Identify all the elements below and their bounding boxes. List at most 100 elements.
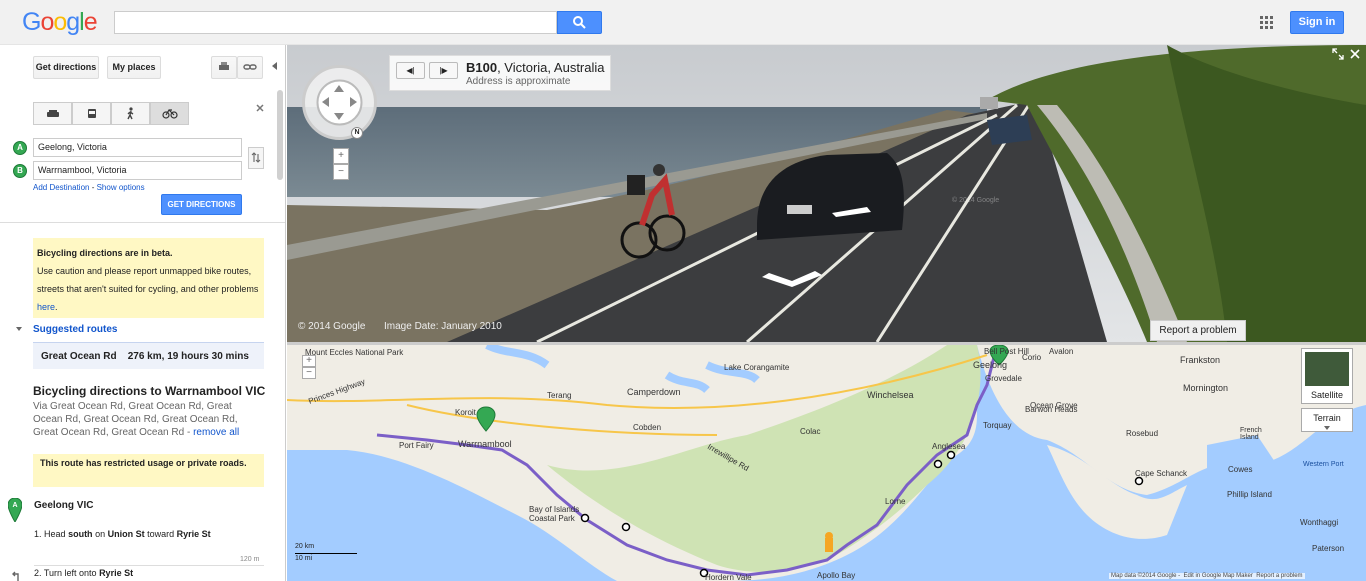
expand-icon[interactable] [1332, 48, 1344, 60]
step-text: Head [44, 529, 69, 539]
sv-watermark: © 2014 Google [952, 197, 1000, 204]
add-destination-link[interactable]: Add Destination [33, 183, 89, 192]
map-label: Rosebud [1126, 429, 1159, 438]
turn-left-icon [12, 571, 19, 581]
apps-grid-icon[interactable] [1260, 16, 1274, 30]
route-name: Great Ocean Rd [41, 351, 117, 362]
swap-locations-button[interactable] [248, 147, 264, 169]
get-directions-tab[interactable]: Get directions [33, 56, 99, 79]
step-number: 1. [34, 529, 42, 539]
map-data-text: Map data ©2014 Google - [1111, 573, 1181, 579]
map-label: Lake Corangamite [724, 363, 790, 372]
logo-letter: o [40, 8, 54, 36]
map-label: Grovedale [985, 374, 1022, 383]
expand-triangle-icon[interactable] [16, 327, 22, 332]
logo-letter: o [53, 8, 67, 36]
edit-map-link[interactable]: Edit in Google Map Maker [1183, 573, 1252, 579]
terrain-toggle[interactable]: Terrain [1301, 408, 1353, 432]
map-label: Phillip Island [1227, 490, 1272, 499]
map-label: Cobden [633, 423, 662, 432]
google-logo[interactable]: Google [22, 8, 98, 37]
map-label: Cape Schanck [1135, 469, 1188, 478]
marker-a-icon: A [13, 141, 27, 155]
satellite-toggle[interactable]: Satellite [1301, 348, 1353, 404]
step-text: Turn left onto [43, 568, 100, 578]
address-approx: Address is approximate [466, 76, 571, 87]
mode-car[interactable] [33, 102, 72, 125]
via-text: Via Great Ocean Rd, Great Ocean Rd, Grea… [33, 400, 263, 439]
map-zoom-in-button[interactable]: + [302, 355, 316, 367]
mode-walking[interactable] [111, 102, 150, 125]
beta-notice: Bicycling directions are in beta. Use ca… [33, 238, 264, 318]
show-options-link[interactable]: Show options [97, 183, 145, 192]
scale-km: 20 km [295, 543, 315, 550]
panel-scrollbar[interactable] [277, 90, 283, 180]
pane-divider[interactable] [287, 342, 1366, 345]
step-2[interactable]: 2. Turn left onto Ryrie St [34, 568, 133, 578]
map-label: Hordern Vale [705, 573, 752, 581]
step-street: Union St [107, 529, 145, 539]
directions-panel: Get directions My places A Geelong, Vict… [0, 45, 286, 581]
step-direction: south [68, 529, 93, 539]
report-problem-button[interactable]: Report a problem [1150, 320, 1246, 341]
get-directions-button[interactable]: GET DIRECTIONS [161, 194, 242, 215]
my-places-tab[interactable]: My places [107, 56, 161, 79]
mode-transit[interactable] [72, 102, 111, 125]
start-location-input[interactable]: Geelong, Victoria [33, 138, 242, 157]
search-button[interactable] [557, 11, 602, 34]
prev-panorama-button[interactable]: ◀| [396, 62, 425, 79]
map-label: Camperdown [627, 387, 681, 397]
map-label: Mornington [1183, 383, 1229, 393]
remove-all-link[interactable]: remove all [193, 427, 239, 438]
next-panorama-button[interactable]: |▶ [429, 62, 458, 79]
map-image [287, 345, 1366, 581]
search-icon [573, 16, 586, 29]
map-label: Corio [1022, 353, 1042, 362]
top-bar: Google Sign in [0, 0, 1366, 45]
sign-in-button[interactable]: Sign in [1290, 11, 1344, 34]
map-label: Anglesea [932, 442, 966, 451]
address-place: , Victoria, Australia [497, 60, 605, 75]
start-marker-icon: A [8, 498, 22, 522]
search-input[interactable] [114, 11, 557, 34]
step-1[interactable]: 1. Head south on Union St toward Ryrie S… [34, 528, 234, 541]
map-label: Geelong [973, 360, 1008, 370]
link-icon [243, 64, 257, 70]
map-label: Koroit [455, 408, 476, 417]
collapse-panel-icon[interactable] [271, 61, 279, 71]
destination-input[interactable]: Warrnambool, Victoria [33, 161, 242, 180]
map-label: Mount Eccles National Park [305, 348, 404, 357]
restricted-notice: This route has restricted usage or priva… [33, 454, 264, 487]
beta-report-link[interactable]: here [37, 302, 55, 312]
map-report-link[interactable]: Report a problem [1256, 573, 1302, 579]
mode-bicycling[interactable] [150, 102, 189, 125]
marker-b-icon: B [13, 164, 27, 178]
svg-text:A: A [12, 502, 17, 509]
suggested-routes-heading[interactable]: Suggested routes [33, 324, 117, 335]
divider [34, 565, 264, 566]
compass-north-icon: N [351, 127, 363, 139]
map-label: Paterson [1312, 544, 1345, 553]
map-zoom-out-button[interactable]: − [302, 367, 316, 379]
map-label: Wonthaggi [1300, 518, 1339, 527]
navigation-compass[interactable] [302, 65, 377, 140]
close-streetview-icon[interactable] [1349, 48, 1361, 60]
map-label: Warrnambool [458, 439, 512, 449]
address-box: ◀| |▶ B100, Victoria, Australia Address … [389, 55, 611, 91]
map-label: Colac [800, 427, 821, 436]
link-button[interactable] [237, 56, 263, 79]
scale-mi: 10 mi [295, 555, 313, 562]
sv-zoom-in-button[interactable]: + [333, 148, 349, 164]
map-label: Bay of Islands Coastal Park [529, 505, 580, 523]
sv-copyright: © 2014 Google [298, 321, 366, 332]
scale-bar: 20 km 10 mi [295, 543, 357, 569]
route-stats: 276 km, 19 hours 30 mins [127, 351, 249, 362]
suggested-route-item[interactable]: Great Ocean Rd 276 km, 19 hours 30 mins [33, 342, 264, 369]
beta-title: Bicycling directions are in beta. [37, 248, 173, 258]
map-canvas[interactable]: Mount Eccles National Park Lake Corangam… [287, 345, 1366, 581]
step-destination: Ryrie St [176, 529, 211, 539]
sv-zoom-out-button[interactable]: − [333, 164, 349, 180]
print-button[interactable] [211, 56, 237, 79]
map-label: Torquay [983, 421, 1012, 430]
close-icon[interactable] [255, 103, 265, 113]
